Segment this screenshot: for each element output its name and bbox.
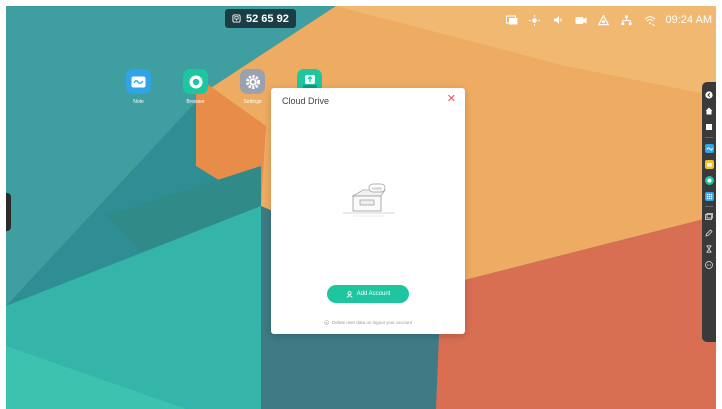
app-note[interactable]: Note [110,69,167,105]
left-drawer-handle[interactable] [6,193,11,231]
lock-icon [324,320,330,325]
network-icon[interactable] [617,12,637,28]
cast-icon [232,14,241,23]
browser-icon [183,69,208,94]
clock: 09:24 AM [665,14,712,26]
pen-icon[interactable] [704,228,714,238]
folder-icon[interactable] [704,159,714,169]
screenshot-icon[interactable] [704,212,714,222]
empty-inbox-icon: empty [343,183,395,217]
home-icon[interactable] [704,106,714,116]
side-toolbar [702,82,716,342]
toolbar-divider [705,206,713,207]
app-grid-icon[interactable] [704,191,714,201]
wifi-icon[interactable] [640,12,660,28]
camera-icon[interactable] [571,12,591,28]
user-icon [346,290,353,298]
back-icon[interactable] [704,90,714,100]
empty-bubble-text: empty [372,187,382,191]
more-icon[interactable] [704,260,714,270]
add-account-button[interactable]: Add Account [327,285,409,303]
brightness-icon[interactable] [525,12,545,28]
screen-share-icon[interactable] [502,12,522,28]
logout-note-text: Delete user data on logout your account [332,320,412,325]
dialog-title: Cloud Drive [282,96,330,106]
recent-apps-icon[interactable] [704,122,714,132]
note-icon[interactable] [704,143,714,153]
volume-icon[interactable] [548,12,568,28]
browser-icon[interactable] [704,175,714,185]
app-label: Settings [243,99,262,105]
close-icon[interactable]: ✕ [447,94,456,105]
timer-icon[interactable] [704,244,714,254]
logout-note: Delete user data on logout your account [271,320,465,325]
note-icon [126,69,151,94]
room-code-badge[interactable]: 52 65 92 [225,9,296,28]
cloud-drive-dialog: Cloud Drive ✕ empty Add Account Delete u… [271,88,465,334]
app-label: Note [133,99,144,105]
toolbar-divider [705,137,713,138]
settings-icon [240,69,265,94]
room-code-text: 52 65 92 [246,12,289,25]
desktop-screen: 52 65 92 09:24 AM Note Browser Settings … [6,6,716,409]
add-account-label: Add Account [356,291,391,297]
app-label: Browser [186,99,205,105]
home-signal-icon[interactable] [594,12,614,28]
status-bar: 09:24 AM [499,10,712,30]
app-browser[interactable]: Browser [167,69,224,105]
